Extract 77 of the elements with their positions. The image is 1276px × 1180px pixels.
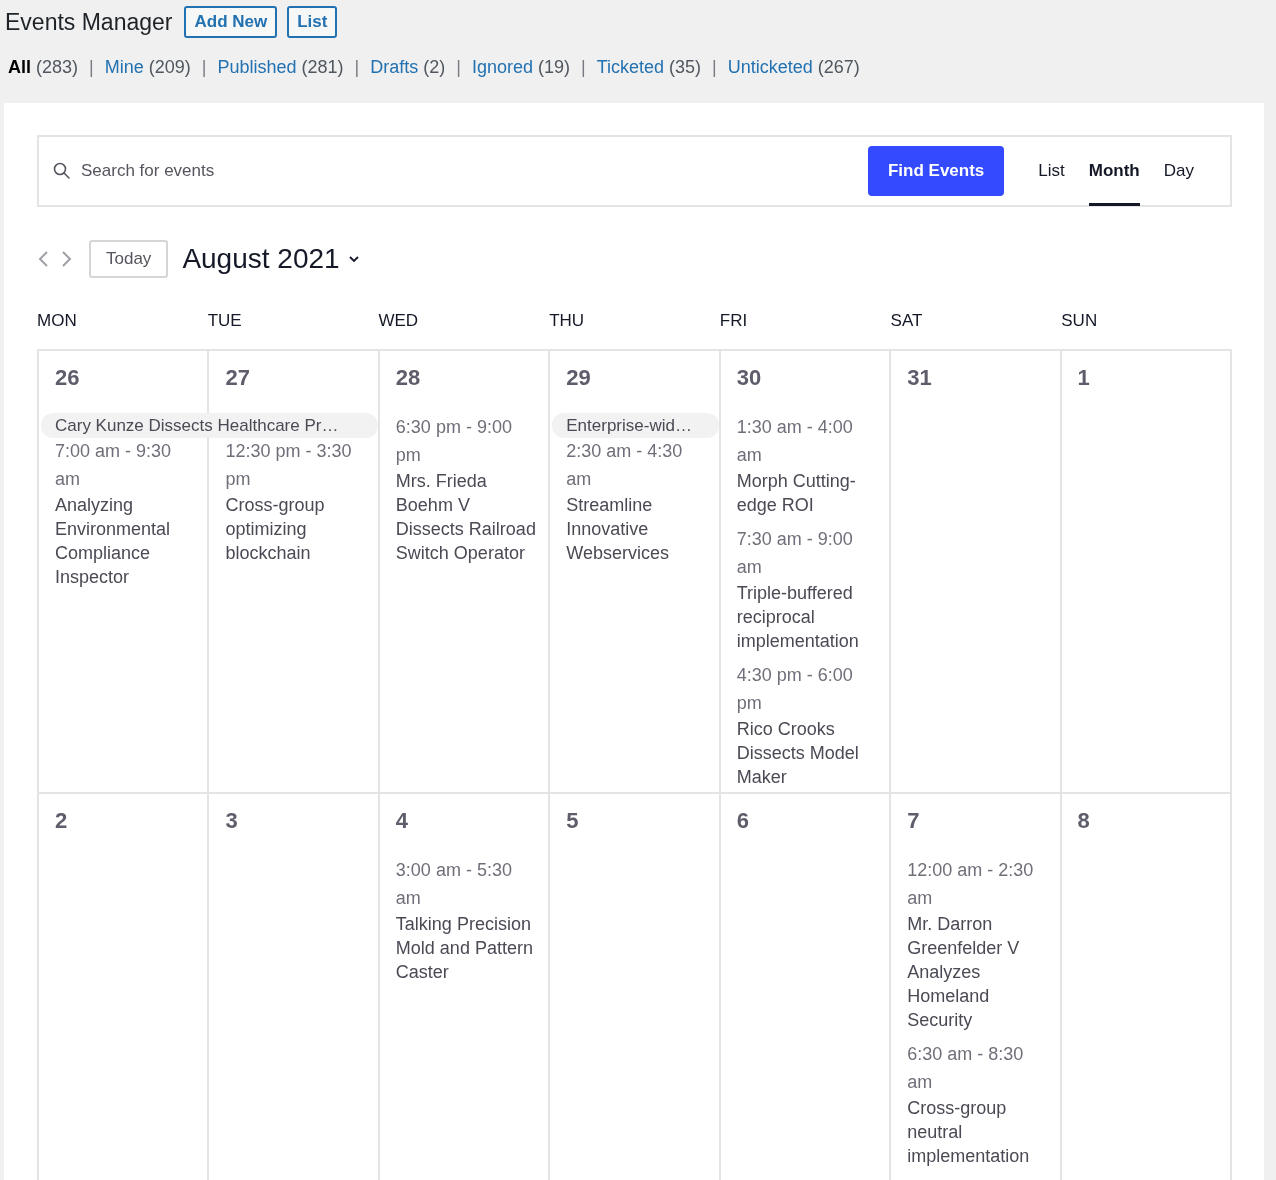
event-time: 12:30 pm - 3:30 pm [225,440,353,491]
day-number: 28 [394,364,422,392]
separator: | [581,57,586,78]
caret-icon [348,255,359,263]
page-title: Events Manager [5,8,173,36]
separator: | [456,57,461,78]
event-title[interactable]: Triple-buffered reciprocal implementation [736,581,878,653]
event-time: 4:30 pm - 6:00 pm [736,664,854,715]
weekday-label: WED [378,311,420,331]
event-title[interactable]: Rico Crooks Dissects Model Maker [736,717,878,789]
filter-link[interactable]: Published [217,57,297,78]
search-icon [53,162,71,180]
weekday-label: THU [549,311,586,331]
filter-link[interactable]: Drafts [370,57,419,78]
event-time: 6:30 pm - 9:00 pm [395,416,513,467]
filter-count: (267) [817,57,860,78]
view-tab[interactable]: Month [1088,138,1140,206]
filter-count: (283) [36,57,79,78]
weekday-label: TUE [207,311,243,331]
day-number: 5 [565,807,580,835]
weekday-label: FRI [719,311,749,331]
event-time: 2:30 am - 4:30 am [566,440,684,491]
separator: | [89,57,94,78]
header-button[interactable]: List [287,6,338,38]
event-time: 3:00 am - 5:30 am [395,859,513,910]
filter-count: (2) [423,57,446,78]
event-title[interactable]: Analyzing Environmental Compliance Inspector [55,493,196,589]
event-title[interactable]: Morph Cutting-edge ROI [736,469,878,517]
event-title[interactable]: Mrs. Frieda Boehm V Dissects Railroad Switch Operator [395,469,537,565]
search-field[interactable]: Search for events [79,160,868,182]
separator: | [201,57,207,78]
day-number: 4 [394,807,410,835]
find-events-button[interactable]: Find Events [867,146,1005,196]
multiday-event[interactable]: Enterprise-wid… [552,413,719,438]
event-title[interactable]: Cross-group neutral implementation [907,1096,1048,1168]
event-time: 7:00 am - 9:30 am [55,440,173,491]
day-number: 7 [906,807,921,835]
weekday-label: MON [37,311,78,331]
event-time: 6:30 am - 8:30 am [907,1043,1025,1094]
separator: | [354,57,360,78]
weekday-label: SUN [1061,311,1099,331]
day-number: 2 [54,807,69,835]
view-tab[interactable]: List [1038,138,1065,206]
day-number: 6 [735,807,750,835]
filter-count: (209) [148,57,191,78]
filter-count: (35) [669,57,702,78]
weekday-label: SAT [890,311,924,331]
filter-link[interactable]: Ignored [471,57,533,78]
day-number: 8 [1076,807,1091,835]
event-time: 1:30 am - 4:00 am [736,416,854,467]
event-title[interactable]: Streamline Innovative Webservices [566,493,707,565]
view-tab[interactable]: Day [1163,138,1194,206]
day-number: 30 [735,364,763,392]
day-number: 29 [565,364,592,392]
filter-link[interactable]: Unticketed [727,57,813,78]
filter-link[interactable]: Mine [104,57,144,78]
month-picker[interactable]: August 2021 [182,243,359,275]
previous-icon[interactable] [37,250,51,268]
event-time: 12:00 am - 2:30 am [907,859,1035,910]
filter-count: (19) [538,57,571,78]
today-button[interactable]: Today [89,240,169,278]
filter-link[interactable]: All [8,57,31,78]
day-number: 27 [224,364,251,392]
day-number: 1 [1076,364,1091,392]
event-title[interactable]: Cross-group optimizing blockchain [225,493,366,565]
event-title[interactable]: Mr. Darron Greenfelder V Analyzes Homeland Security [907,912,1048,1032]
event-title[interactable]: Talking Precision Mold and Pattern Caster [395,912,537,984]
filter-count: (281) [301,57,344,78]
separator: | [712,57,717,78]
header-button[interactable]: Add New [184,6,278,38]
filter-link[interactable]: Ticketed [596,57,665,78]
multiday-event[interactable]: Cary Kunze Dissects Healthcare Pr… [41,413,378,438]
day-number: 3 [224,807,239,835]
event-time: 7:30 am - 9:00 am [736,528,854,579]
day-number: 31 [906,364,933,392]
next-icon[interactable] [59,250,73,268]
day-number: 26 [54,364,81,392]
